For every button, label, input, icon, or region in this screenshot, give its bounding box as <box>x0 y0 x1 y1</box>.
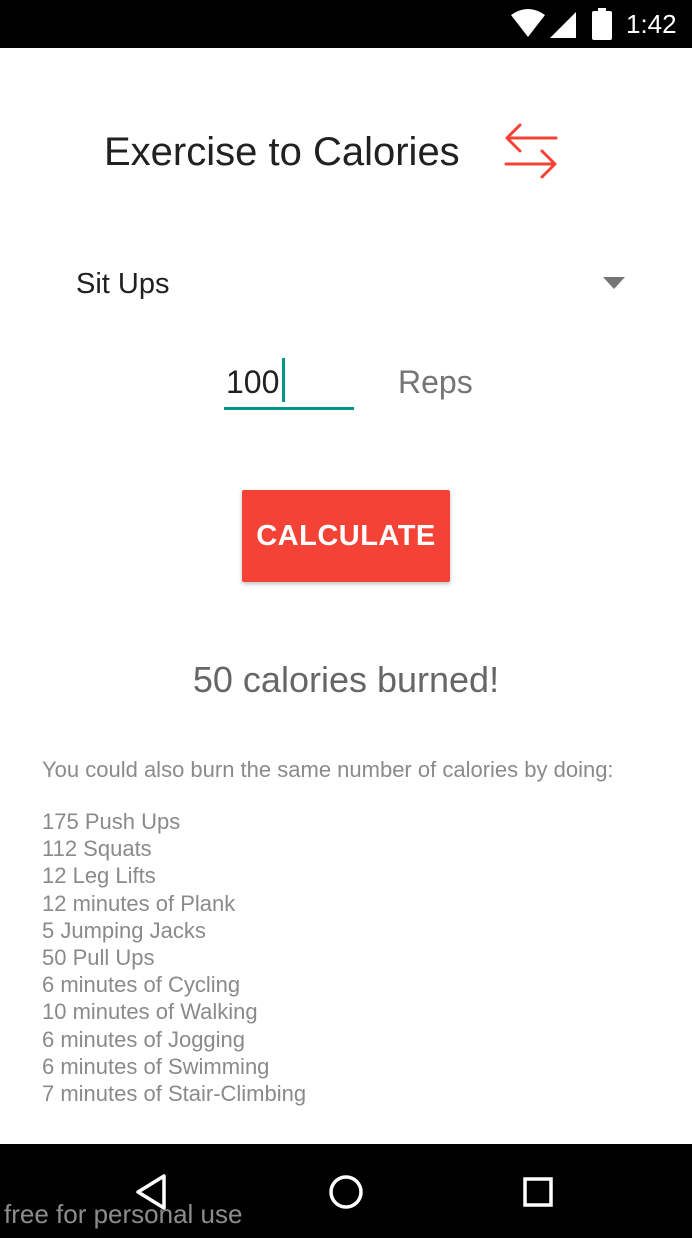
alternatives-list: 175 Push Ups 112 Squats 12 Leg Lifts 12 … <box>42 808 306 1107</box>
result-text: 50 calories burned! <box>192 659 500 700</box>
list-item: 12 Leg Lifts <box>42 863 156 889</box>
list-item: 112 Squats <box>42 836 152 862</box>
list-item: 7 minutes of Stair-Climbing <box>42 1081 307 1107</box>
calculate-button[interactable]: CALCULATE <box>242 490 450 582</box>
status-time: 1:42 <box>626 9 677 39</box>
status-bar: 1:42 <box>0 0 692 48</box>
page-title: Exercise to Calories <box>104 130 460 174</box>
list-item: 10 minutes of Walking <box>42 999 258 1025</box>
reps-input-value: 100 <box>226 364 280 400</box>
list-item: 175 Push Ups <box>42 809 181 834</box>
reps-unit-label: Reps <box>398 364 473 400</box>
dropdown-arrow-icon <box>603 277 625 289</box>
recents-icon[interactable] <box>518 1172 558 1212</box>
wifi-icon <box>511 9 545 37</box>
list-item: 50 Pull Ups <box>42 945 155 971</box>
watermark-text: free for personal use <box>4 1199 243 1229</box>
list-item: 6 minutes of Swimming <box>42 1053 270 1079</box>
home-icon[interactable] <box>326 1172 366 1212</box>
list-item: 5 Jumping Jacks <box>42 917 206 943</box>
exercise-select-value: Sit Ups <box>76 268 170 300</box>
reps-input[interactable]: 100 <box>224 356 354 410</box>
list-item: 6 minutes of Cycling <box>42 972 241 998</box>
battery-icon <box>592 8 612 40</box>
alternatives-intro: You could also burn the same number of c… <box>42 757 614 782</box>
text-cursor <box>282 358 285 402</box>
exercise-select[interactable]: Sit Ups <box>60 256 640 312</box>
list-item: 12 minutes of Plank <box>42 890 236 916</box>
cell-signal-icon <box>550 12 576 38</box>
swap-arrows-icon[interactable] <box>500 120 562 180</box>
list-item: 6 minutes of Jogging <box>42 1026 246 1052</box>
